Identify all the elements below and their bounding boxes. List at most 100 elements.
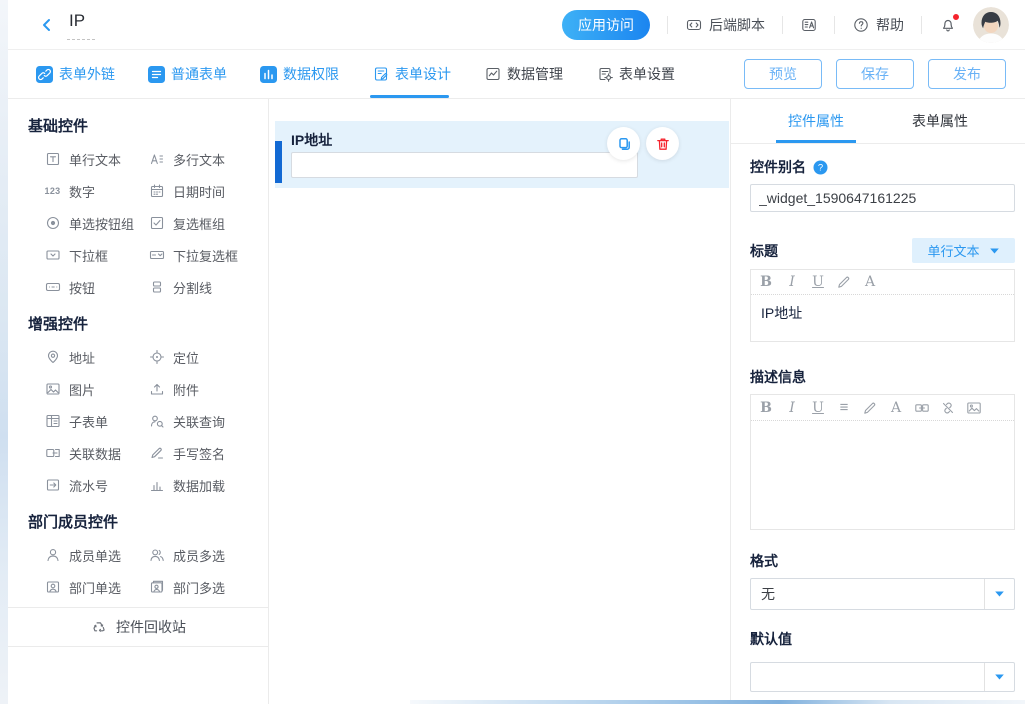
widget-item-data-load[interactable]: 数据加载 xyxy=(148,469,268,501)
avatar[interactable] xyxy=(973,7,1009,43)
save-button[interactable]: 保存 xyxy=(836,59,914,89)
italic-button[interactable]: I xyxy=(779,271,805,293)
tab-data-permission[interactable]: 数据权限 xyxy=(260,50,339,98)
align-icon: ≡ xyxy=(840,400,849,415)
app-access-button[interactable]: 应用访问 xyxy=(562,10,650,40)
select-icon xyxy=(44,247,61,264)
font-color-button[interactable]: A xyxy=(883,397,909,419)
copy-field-button[interactable] xyxy=(607,127,640,160)
copy-icon xyxy=(615,135,632,152)
widget-item-member-multi[interactable]: 成员多选 xyxy=(148,539,268,571)
font-color-icon: A xyxy=(865,275,875,289)
widget-item-multiselect[interactable]: 下拉复选框 xyxy=(148,239,268,271)
widget-item-divider[interactable]: 分割线 xyxy=(148,271,268,303)
widget-type-dropdown[interactable]: 单行文本 xyxy=(912,238,1015,263)
alias-input[interactable] xyxy=(750,184,1015,212)
help-button[interactable]: 帮助 xyxy=(852,15,904,35)
multiselect-icon xyxy=(148,247,165,264)
underline-button[interactable]: U xyxy=(805,397,831,419)
crosshair-icon xyxy=(148,349,165,366)
format-label: 格式 xyxy=(750,552,1015,570)
backend-script-button[interactable]: 后端脚本 xyxy=(685,15,765,35)
selected-field-block[interactable]: IP地址 xyxy=(275,121,729,188)
users-icon xyxy=(148,547,165,564)
back-button[interactable] xyxy=(38,16,55,33)
tab-form-properties[interactable]: 表单属性 xyxy=(906,99,974,143)
widget-label: 手写签名 xyxy=(173,444,225,463)
widget-item-number[interactable]: 123数字 xyxy=(44,175,148,207)
pencil-button[interactable] xyxy=(831,271,857,293)
help-circle-icon[interactable]: ? xyxy=(812,159,829,176)
description-editor-content[interactable] xyxy=(751,421,1014,529)
text-multi-icon xyxy=(148,151,165,168)
form-icon xyxy=(148,66,165,83)
tab-external-link[interactable]: 表单外链 xyxy=(36,50,115,98)
format-select[interactable]: 无 xyxy=(750,578,1015,610)
title-label: 标题 xyxy=(750,242,778,260)
tab-label: 普通表单 xyxy=(171,64,227,84)
top-bar: IP 应用访问 后端脚本 帮助 xyxy=(8,0,1025,50)
number-icon: 123 xyxy=(44,183,61,200)
trash-icon xyxy=(654,135,671,152)
bold-button[interactable]: B xyxy=(753,397,779,419)
widget-item-member-single[interactable]: 成员单选 xyxy=(44,539,148,571)
widget-item-linked-data[interactable]: 关联数据 xyxy=(44,437,148,469)
widget-item-linked-query[interactable]: 关联查询 xyxy=(148,405,268,437)
widget-item-signature[interactable]: 手写签名 xyxy=(148,437,268,469)
widget-item-image[interactable]: 图片 xyxy=(44,373,148,405)
section-title-enhanced: 增强控件 xyxy=(28,317,268,333)
default-value-select[interactable] xyxy=(750,662,1015,692)
italic-button[interactable]: I xyxy=(779,397,805,419)
form-action-buttons: 预览 保存 发布 xyxy=(744,59,1006,89)
widget-item-text-single[interactable]: 单行文本 xyxy=(44,143,148,175)
widget-item-datetime[interactable]: 日期时间 xyxy=(148,175,268,207)
link-button[interactable] xyxy=(909,397,935,419)
widget-item-subform[interactable]: 子表单 xyxy=(44,405,148,437)
widget-label: 分割线 xyxy=(173,278,212,297)
underline-icon: U xyxy=(812,401,824,415)
widget-item-address[interactable]: 地址 xyxy=(44,341,148,373)
code-icon xyxy=(685,16,702,33)
pencil-icon xyxy=(836,274,853,291)
bold-button[interactable]: B xyxy=(753,271,779,293)
delete-field-button[interactable] xyxy=(646,127,679,160)
widget-item-radio-group[interactable]: 单选按钮组 xyxy=(44,207,148,239)
pencil-button[interactable] xyxy=(857,397,883,419)
user-icon xyxy=(44,547,61,564)
description-editor-toolbar: B I U ≡ A xyxy=(751,395,1014,421)
insert-image-button[interactable] xyxy=(961,397,987,419)
tab-form-design[interactable]: 表单设计 xyxy=(372,50,451,98)
title-editor-content[interactable]: IP地址 xyxy=(751,295,1014,341)
widget-item-checkbox-group[interactable]: 复选框组 xyxy=(148,207,268,239)
unlink-button[interactable] xyxy=(935,397,961,419)
page-title[interactable]: IP xyxy=(67,9,95,40)
publish-button[interactable]: 发布 xyxy=(928,59,1006,89)
language-button[interactable] xyxy=(800,16,817,33)
section-title-basic: 基础控件 xyxy=(28,119,268,135)
widget-item-attachment[interactable]: 附件 xyxy=(148,373,268,405)
svg-text:?: ? xyxy=(818,162,823,173)
unlink-icon xyxy=(940,399,957,416)
widget-item-button[interactable]: 按钮 xyxy=(44,271,148,303)
tab-widget-properties[interactable]: 控件属性 xyxy=(782,99,850,143)
field-input[interactable] xyxy=(291,152,638,178)
widget-item-select[interactable]: 下拉框 xyxy=(44,239,148,271)
align-button[interactable]: ≡ xyxy=(831,397,857,419)
tab-form-settings[interactable]: 表单设置 xyxy=(596,50,675,98)
tab-data-management[interactable]: 数据管理 xyxy=(484,50,563,98)
widget-item-location[interactable]: 定位 xyxy=(148,341,268,373)
preview-button[interactable]: 预览 xyxy=(744,59,822,89)
form-canvas[interactable]: IP地址 xyxy=(269,99,731,704)
widget-item-dept-single[interactable]: 部门单选 xyxy=(44,571,148,603)
radio-icon xyxy=(44,215,61,232)
widget-label: 定位 xyxy=(173,348,199,367)
widget-item-dept-multi[interactable]: 部门多选 xyxy=(148,571,268,603)
widget-recycle-bin[interactable]: 控件回收站 xyxy=(8,607,268,647)
widget-item-text-multi[interactable]: 多行文本 xyxy=(148,143,268,175)
font-color-button[interactable]: A xyxy=(857,271,883,293)
notifications-button[interactable] xyxy=(939,16,956,33)
default-value-label: 默认值 xyxy=(750,630,1015,648)
widget-item-serial-number[interactable]: 流水号 xyxy=(44,469,148,501)
tab-normal-form[interactable]: 普通表单 xyxy=(148,50,227,98)
underline-button[interactable]: U xyxy=(805,271,831,293)
